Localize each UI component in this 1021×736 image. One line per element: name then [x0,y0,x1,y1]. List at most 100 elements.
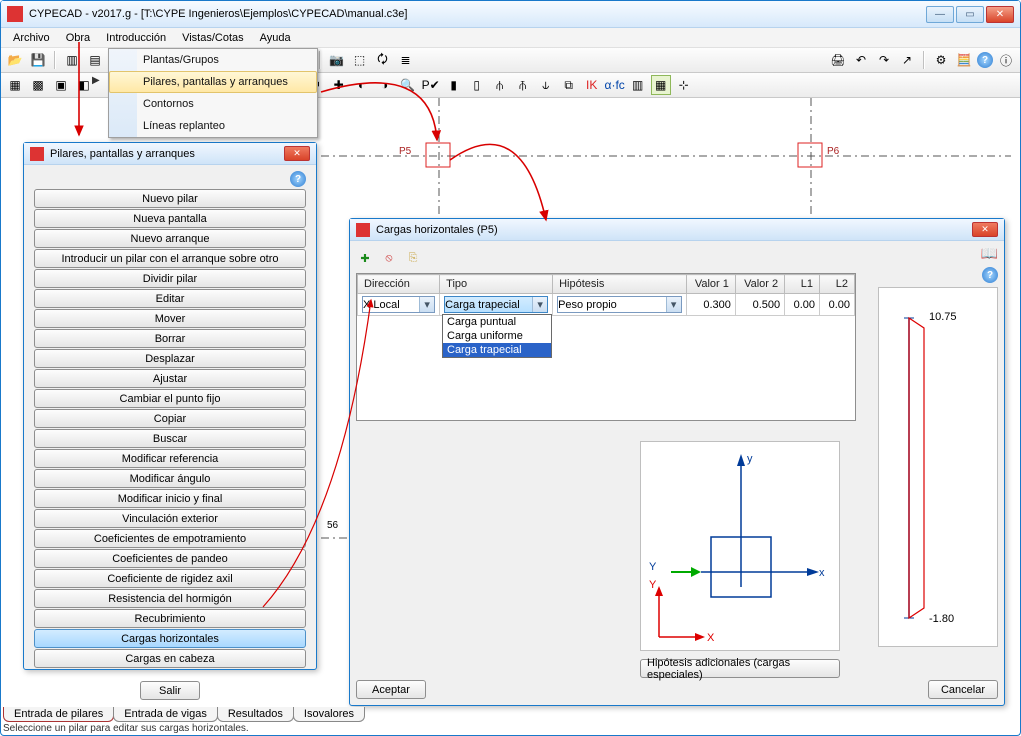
tab-isovalores[interactable]: Isovalores [293,707,365,722]
tb2-23[interactable]: ⊹ [674,75,694,95]
th-v1[interactable]: Valor 1 [686,275,735,294]
pillar-btn-8[interactable]: Desplazar [34,349,306,368]
help-icon[interactable]: ? [977,52,993,68]
pillar-btn-23[interactable]: Cargas en cabeza [34,649,306,668]
pillar-btn-17[interactable]: Coeficientes de empotramiento [34,529,306,548]
dm-plantas[interactable]: Plantas/Grupos [109,49,317,71]
cargas-help-icon[interactable]: ? [982,267,998,283]
tb2-11[interactable]: 🔍 [398,75,418,95]
info-icon[interactable]: ⓘ [996,50,1016,70]
copy-row-icon[interactable]: ⎘ [404,249,422,267]
hypothesis-button[interactable]: Hipótesis adicionales (cargas especiales… [640,659,840,678]
delete-row-icon[interactable]: ⦸ [380,249,398,267]
tb2-17[interactable]: ⫝ [536,75,556,95]
pillar-btn-11[interactable]: Copiar [34,409,306,428]
refresh-icon[interactable]: 🗘 [373,50,393,70]
save-icon[interactable]: 💾 [28,50,48,70]
minimize-button[interactable]: — [926,6,954,23]
tb2-18[interactable]: ⧉ [559,75,579,95]
th-tipo[interactable]: Tipo [440,275,553,294]
pillar-btn-15[interactable]: Modificar inicio y final [34,489,306,508]
pillar-btn-21[interactable]: Recubrimiento [34,609,306,628]
pillar-btn-14[interactable]: Modificar ángulo [34,469,306,488]
pillar-btn-20[interactable]: Resistencia del hormigón [34,589,306,608]
tb2-9[interactable]: ◐ [352,75,372,95]
camera-icon[interactable]: 📷 [327,50,347,70]
tool-a1[interactable]: ▥ [62,50,82,70]
pillar-btn-18[interactable]: Coeficientes de pandeo [34,549,306,568]
tool-a2[interactable]: ▤ [85,50,105,70]
add-row-icon[interactable]: ✚ [356,249,374,267]
tb2-14[interactable]: ▯ [467,75,487,95]
open-icon[interactable]: 📂 [5,50,25,70]
cell-tipo[interactable]: Carga trapecial▾ [444,296,548,313]
tb2-16[interactable]: ⫚ [513,75,533,95]
dm-pilares[interactable]: Pilares, pantallas y arranques [109,71,317,93]
pillar-btn-16[interactable]: Vinculación exterior [34,509,306,528]
menu-obra[interactable]: Obra [58,30,98,46]
pillar-btn-1[interactable]: Nueva pantalla [34,209,306,228]
grid-row[interactable]: X Local▾ Carga trapecial▾ Peso propio▾ 0… [358,294,855,316]
tab-resultados[interactable]: Resultados [217,707,294,722]
dd-opt-1[interactable]: Carga uniforme [443,329,551,343]
tb2-13[interactable]: ▮ [444,75,464,95]
manual-icon[interactable]: 📖 [981,245,998,262]
tab-entrada-vigas[interactable]: Entrada de vigas [113,707,218,722]
cell-v1[interactable]: 0.300 [686,294,735,316]
tb2-12[interactable]: P✔ [421,75,441,95]
close-button[interactable]: ✕ [986,6,1014,23]
cargas-close-button[interactable]: ✕ [972,222,998,237]
cell-l2[interactable]: 0.00 [820,294,855,316]
menu-archivo[interactable]: Archivo [5,30,58,46]
tb2-2[interactable]: ▩ [28,75,48,95]
tb2-8[interactable]: ✚ [329,75,349,95]
pillar-btn-10[interactable]: Cambiar el punto fijo [34,389,306,408]
th-v2[interactable]: Valor 2 [735,275,784,294]
th-l2[interactable]: L2 [820,275,855,294]
tb2-10[interactable]: ◑ [375,75,395,95]
cell-v2[interactable]: 0.500 [735,294,784,316]
dm-contornos[interactable]: Contornos [109,93,317,115]
pillar-btn-9[interactable]: Ajustar [34,369,306,388]
redo-icon[interactable]: ↷ [874,50,894,70]
pillars-help-icon[interactable]: ? [290,171,306,187]
pillar-btn-0[interactable]: Nuevo pilar [34,189,306,208]
tb2-22[interactable]: ▦ [651,75,671,95]
settings-icon[interactable]: ⚙ [931,50,951,70]
tb2-3[interactable]: ▣ [51,75,71,95]
cancel-button[interactable]: Cancelar [928,680,998,699]
export-icon[interactable]: ↗ [897,50,917,70]
pillar-btn-19[interactable]: Coeficiente de rigidez axil [34,569,306,588]
tb2-1[interactable]: ▦ [5,75,25,95]
chevron-down-icon[interactable]: ▾ [666,297,681,312]
view3d-icon[interactable]: ⬚ [350,50,370,70]
pillars-panel-close[interactable]: ✕ [284,146,310,161]
tb2-21[interactable]: ▥ [628,75,648,95]
chevron-down-icon[interactable]: ▾ [532,297,547,312]
dd-opt-2[interactable]: Carga trapecial [443,343,551,357]
pillar-btn-4[interactable]: Dividir pilar [34,269,306,288]
pillar-btn-5[interactable]: Editar [34,289,306,308]
tab-entrada-pilares[interactable]: Entrada de pilares [3,707,114,722]
cargas-grid[interactable]: Dirección Tipo Hipótesis Valor 1 Valor 2… [356,273,856,421]
pillars-exit-button[interactable]: Salir [140,681,200,700]
th-direccion[interactable]: Dirección [358,275,440,294]
print-icon[interactable]: 🖨 [828,50,848,70]
menu-vistas[interactable]: Vistas/Cotas [174,30,252,46]
dd-opt-0[interactable]: Carga puntual [443,315,551,329]
tool-z1[interactable]: 🧮 [954,50,974,70]
menu-introduccion[interactable]: Introducción [98,30,174,46]
tb2-20[interactable]: α·fc [605,75,625,95]
cell-direccion[interactable]: X Local▾ [362,296,435,313]
th-l1[interactable]: L1 [785,275,820,294]
tb2-4[interactable]: ◧ [74,75,94,95]
cell-hipotesis[interactable]: Peso propio▾ [557,296,681,313]
pillar-btn-3[interactable]: Introducir un pilar con el arranque sobr… [34,249,306,268]
pillar-btn-12[interactable]: Buscar [34,429,306,448]
cell-l1[interactable]: 0.00 [785,294,820,316]
pillar-btn-22[interactable]: Cargas horizontales [34,629,306,648]
maximize-button[interactable]: ▭ [956,6,984,23]
pillar-btn-13[interactable]: Modificar referencia [34,449,306,468]
layers-icon[interactable]: ≣ [396,50,416,70]
undo-icon[interactable]: ↶ [851,50,871,70]
